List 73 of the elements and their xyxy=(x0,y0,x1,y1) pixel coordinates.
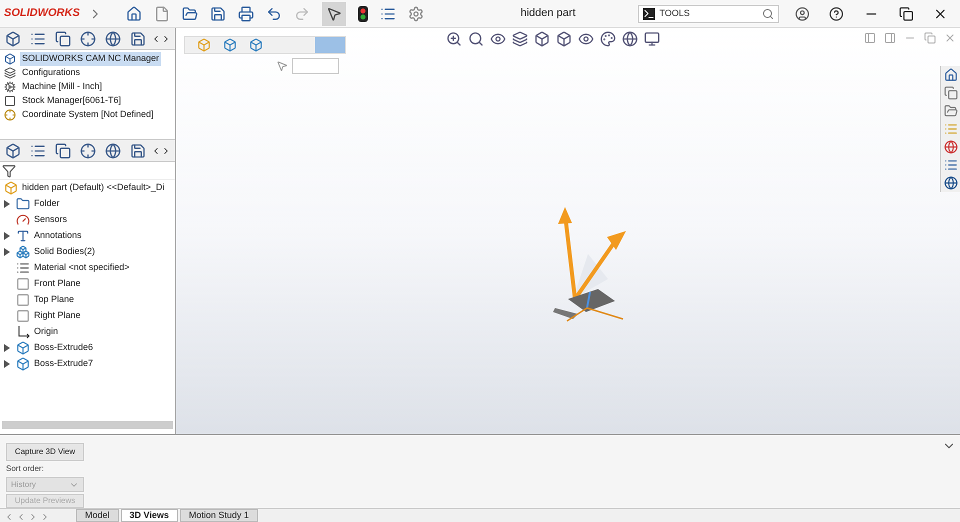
settings-icon[interactable] xyxy=(408,6,424,22)
folder-icon[interactable] xyxy=(944,104,958,118)
cam-tree-item[interactable]: SOLIDWORKS CAM NC Manager xyxy=(20,52,162,66)
tree-item[interactable]: Boss-Extrude7 xyxy=(34,357,94,371)
capture-3d-view-button[interactable]: Capture 3D View xyxy=(6,443,84,461)
undo-icon[interactable] xyxy=(266,6,282,22)
tree-item[interactable]: Front Plane xyxy=(34,277,81,291)
bottom-tab[interactable]: Model xyxy=(76,509,119,522)
list-icon[interactable] xyxy=(30,142,46,158)
new-file-icon[interactable] xyxy=(154,6,170,22)
sort-order-label: Sort order: xyxy=(6,463,45,475)
options-list-icon[interactable] xyxy=(380,6,396,22)
filter-icon[interactable] xyxy=(2,164,16,178)
home-icon[interactable] xyxy=(126,6,142,22)
breadcrumb-bar[interactable] xyxy=(184,36,346,54)
tree-item[interactable]: Solid Bodies(2) xyxy=(34,245,96,259)
tree-item[interactable]: Folder xyxy=(34,197,60,211)
list-icon[interactable] xyxy=(30,30,46,46)
horizontal-scrollbar[interactable] xyxy=(2,421,173,429)
tree-item[interactable]: Sensors xyxy=(34,213,68,227)
print-icon[interactable] xyxy=(238,6,254,22)
home-icon[interactable] xyxy=(944,68,958,82)
select-button[interactable] xyxy=(322,2,346,26)
cam-tree-item[interactable]: Coordinate System [Not Defined] xyxy=(20,108,156,122)
folder-icon xyxy=(16,197,30,211)
pointer-icon xyxy=(326,6,342,22)
expand-arrow-icon[interactable] xyxy=(4,200,10,208)
tree-item[interactable]: Right Plane xyxy=(34,309,81,323)
bottom-tab[interactable]: Motion Study 1 xyxy=(180,509,258,522)
restore-icon[interactable] xyxy=(898,6,914,22)
search-field[interactable]: TOOLS xyxy=(638,4,779,22)
solid-bodies-icon xyxy=(16,245,30,259)
zoom-icon[interactable] xyxy=(446,31,462,47)
tree-item[interactable]: Boss-Extrude6 xyxy=(34,341,94,355)
view-icon[interactable] xyxy=(490,31,506,47)
annotation-icon xyxy=(16,229,30,243)
crosshair-icon[interactable] xyxy=(80,142,96,158)
hide-show-icon[interactable] xyxy=(578,31,594,47)
tree-item[interactable]: Top Plane xyxy=(34,293,74,307)
zoom-area-icon[interactable] xyxy=(468,31,484,47)
window-title: hidden part xyxy=(520,6,576,22)
plane-icon xyxy=(16,309,30,323)
cam-tree-item[interactable]: Machine [Mill - Inch] xyxy=(20,80,104,94)
plane-icon xyxy=(16,293,30,307)
globe-icon[interactable] xyxy=(944,176,958,190)
tree-root-item[interactable]: hidden part (Default) <<Default>_Di xyxy=(22,181,164,195)
cam-tree-item[interactable]: Stock Manager[6061-T6] xyxy=(20,94,124,108)
cam-tree-item[interactable]: Configurations xyxy=(20,66,82,80)
part-icon[interactable] xyxy=(4,30,21,46)
terminal-icon xyxy=(643,8,656,20)
save-icon[interactable] xyxy=(210,6,226,22)
pointer-icon xyxy=(276,60,288,72)
app-logo: SOLIDWORKS xyxy=(4,6,80,22)
properties-icon[interactable] xyxy=(944,158,958,172)
open-icon[interactable] xyxy=(182,6,198,22)
help-icon[interactable] xyxy=(829,6,844,22)
gauge-icon xyxy=(16,213,30,227)
monitor-icon[interactable] xyxy=(644,31,660,47)
coordinate-icon xyxy=(4,109,16,121)
crosshair-icon[interactable] xyxy=(80,30,96,46)
extrude-icon xyxy=(16,357,30,371)
tree-item[interactable]: Origin xyxy=(34,325,58,339)
tree-item[interactable]: Annotations xyxy=(34,229,82,243)
part-icon xyxy=(4,181,18,195)
part-icon[interactable] xyxy=(4,142,21,158)
account-icon[interactable] xyxy=(794,6,810,22)
origin-icon xyxy=(16,325,30,339)
plane-icon xyxy=(16,277,30,291)
traffic-light-icon[interactable] xyxy=(358,6,368,22)
tree-item[interactable]: Material <not specified> xyxy=(34,261,130,275)
bottom-tab[interactable]: 3D Views xyxy=(120,509,178,522)
extrude-icon xyxy=(16,341,30,355)
search-icon[interactable] xyxy=(762,8,774,20)
